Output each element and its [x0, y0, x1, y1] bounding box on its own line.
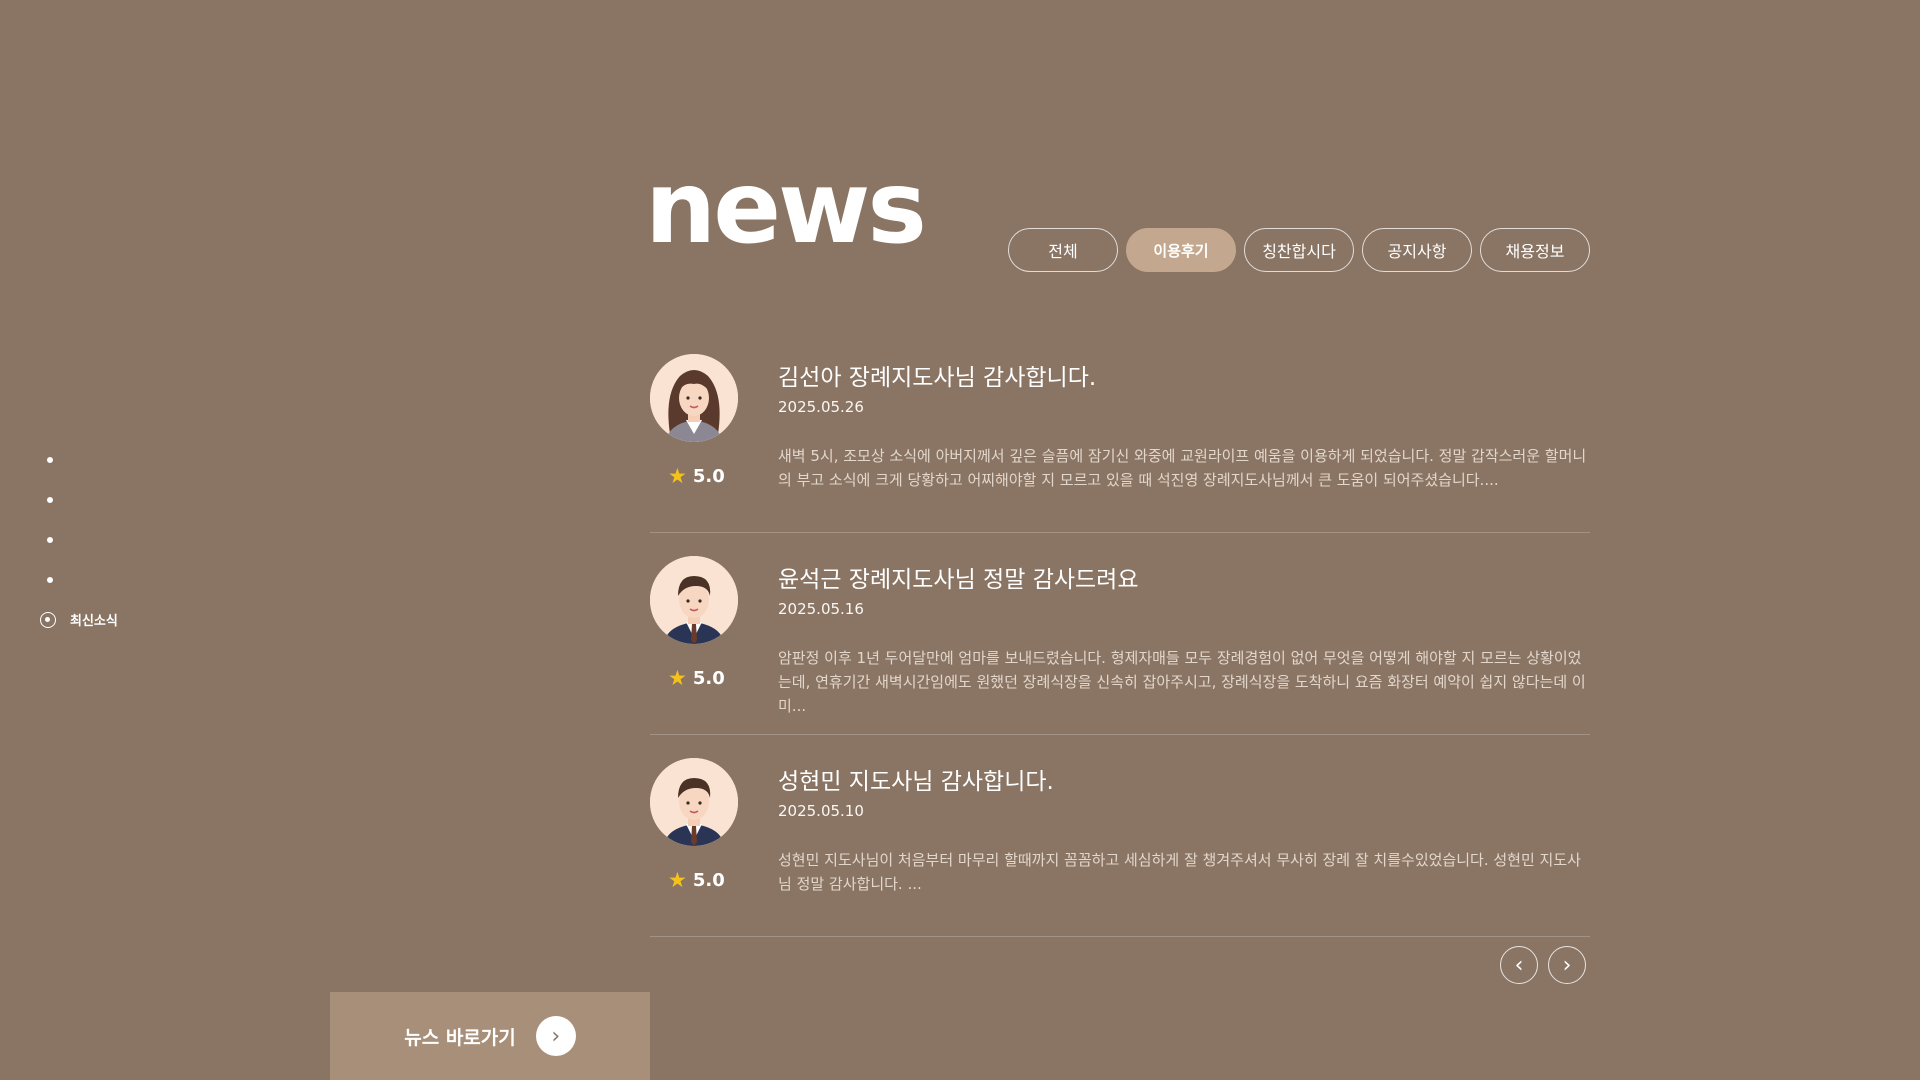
- rating-score: 5.0: [692, 466, 725, 487]
- nav-dot: [47, 537, 53, 543]
- category-tabs: 전체 이용후기 칭찬합시다 공지사항 채용정보: [1008, 228, 1590, 272]
- active-indicator-icon: [40, 611, 56, 628]
- rating: ★ 5.0: [668, 666, 725, 690]
- rating-score: 5.0: [692, 870, 725, 891]
- next-button[interactable]: ›: [1548, 946, 1586, 984]
- review-date: 2025.05.26: [778, 398, 864, 416]
- review-title[interactable]: 김선아 장례지도사님 감사합니다.: [778, 358, 1096, 392]
- pagination: ‹ ›: [1500, 946, 1586, 984]
- review-title[interactable]: 성현민 지도사님 감사합니다.: [778, 762, 1054, 796]
- star-icon: ★: [668, 464, 687, 488]
- tab-notices[interactable]: 공지사항: [1362, 228, 1472, 272]
- male-avatar-icon: [650, 758, 738, 846]
- tab-all[interactable]: 전체: [1008, 228, 1118, 272]
- rating: ★ 5.0: [668, 464, 725, 488]
- chevron-right-icon: ›: [535, 1016, 576, 1056]
- page-title: news: [645, 149, 927, 266]
- side-nav-item-2[interactable]: [40, 490, 180, 530]
- side-nav-item-3[interactable]: [40, 530, 180, 570]
- nav-dot: [47, 577, 53, 583]
- nav-dot: [47, 457, 53, 463]
- side-nav-item-1[interactable]: [40, 450, 180, 490]
- review-item[interactable]: ★ 5.0 윤석근 장례지도사님 정말 감사드려요 2025.05.16 암판정…: [650, 532, 1590, 735]
- review-excerpt: 새벽 5시, 조모상 소식에 아버지께서 깊은 슬픔에 잠기신 와중에 교원라이…: [778, 447, 1587, 489]
- side-nav-active-label: 최신소식: [70, 614, 118, 629]
- rating: ★ 5.0: [668, 868, 725, 892]
- side-nav: 최신소식: [40, 450, 180, 629]
- review-item[interactable]: ★ 5.0 성현민 지도사님 감사합니다. 2025.05.10 성현민 지도사…: [650, 734, 1590, 937]
- review-excerpt: 암판정 이후 1년 두어달만에 엄마를 보내드렸습니다. 형제자매들 모두 장례…: [778, 649, 1586, 715]
- prev-button[interactable]: ‹: [1500, 946, 1538, 984]
- tab-careers[interactable]: 채용정보: [1480, 228, 1590, 272]
- female-avatar-icon: [650, 354, 738, 442]
- tab-praise[interactable]: 칭찬합시다: [1244, 228, 1354, 272]
- news-link-button[interactable]: 뉴스 바로가기 ›: [330, 992, 650, 1080]
- nav-dot: [47, 497, 53, 503]
- side-nav-item-news[interactable]: 최신소식: [40, 610, 118, 629]
- review-date: 2025.05.16: [778, 600, 864, 618]
- side-nav-item-4[interactable]: [40, 570, 180, 610]
- star-icon: ★: [668, 666, 687, 690]
- review-title[interactable]: 윤석근 장례지도사님 정말 감사드려요: [778, 560, 1139, 594]
- tab-reviews[interactable]: 이용후기: [1126, 228, 1236, 272]
- review-item[interactable]: ★ 5.0 김선아 장례지도사님 감사합니다. 2025.05.26 새벽 5시…: [650, 330, 1590, 533]
- review-date: 2025.05.10: [778, 802, 864, 820]
- review-excerpt: 성현민 지도사님이 처음부터 마무리 할때까지 꼼꼼하고 세심하게 잘 챙겨주셔…: [778, 851, 1581, 893]
- male-avatar-icon: [650, 556, 738, 644]
- rating-score: 5.0: [692, 668, 725, 689]
- star-icon: ★: [668, 868, 687, 892]
- news-link-label: 뉴스 바로가기: [404, 1026, 516, 1049]
